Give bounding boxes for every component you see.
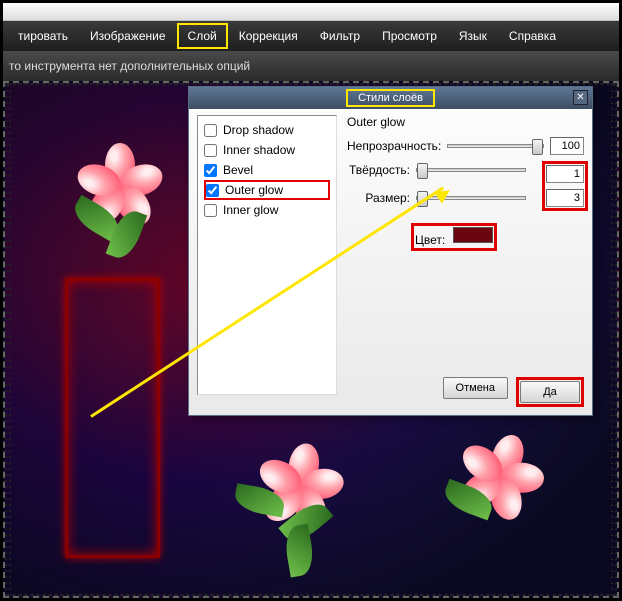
stamp-edge-bottom: [5, 590, 617, 596]
effects-list: Drop shadow Inner shadow Bevel Outer glo…: [197, 115, 337, 395]
value-opacity[interactable]: 100: [550, 137, 584, 155]
row-color: Цвет:: [411, 223, 497, 251]
slider-opacity[interactable]: [447, 144, 543, 148]
value-size[interactable]: 3: [546, 189, 584, 207]
row-size: 3: [546, 189, 584, 207]
dialog-titlebar[interactable]: Стили слоёв ✕: [189, 87, 592, 109]
dialog-buttons: Отмена Да: [443, 377, 584, 407]
menu-item-adjust[interactable]: Коррекция: [228, 23, 309, 49]
cancel-button[interactable]: Отмена: [443, 377, 508, 399]
app-frame: тировать Изображение Слой Коррекция Филь…: [0, 0, 622, 601]
ok-highlight: Да: [516, 377, 584, 407]
dialog-title: Стили слоёв: [346, 89, 435, 107]
fx-label: Outer glow: [225, 183, 283, 197]
stamp-edge-left: [5, 83, 11, 596]
row-hardness-slider: Твёрдость:: [349, 163, 532, 177]
slider-size[interactable]: [416, 196, 526, 200]
close-icon: ✕: [576, 92, 584, 103]
fx-check-inner-glow[interactable]: [204, 204, 217, 217]
fx-item-drop-shadow[interactable]: Drop shadow: [204, 120, 330, 140]
slider-thumb[interactable]: [417, 163, 428, 179]
fx-item-inner-glow[interactable]: Inner glow: [204, 200, 330, 220]
fx-check-inner-shadow[interactable]: [204, 144, 217, 157]
menu-item-layer[interactable]: Слой: [177, 23, 228, 49]
label-color: Цвет:: [415, 233, 445, 247]
label-hardness: Твёрдость:: [349, 163, 410, 177]
fx-label: Inner glow: [223, 203, 278, 217]
color-highlight: Цвет:: [411, 223, 497, 251]
value-hardness[interactable]: 1: [546, 165, 584, 183]
fx-check-outer-glow[interactable]: [206, 184, 219, 197]
menu-item-image[interactable]: Изображение: [79, 23, 177, 49]
fx-label: Bevel: [223, 163, 253, 177]
selection-rectangle: [65, 278, 160, 558]
values-highlight: 1 3: [542, 161, 588, 211]
fx-label: Drop shadow: [223, 123, 294, 137]
fx-check-drop-shadow[interactable]: [204, 124, 217, 137]
label-opacity: Непрозрачность:: [347, 139, 441, 153]
menu-bar: тировать Изображение Слой Коррекция Филь…: [3, 21, 619, 51]
slider-thumb[interactable]: [532, 139, 543, 155]
menu-item-language[interactable]: Язык: [448, 23, 498, 49]
pane-title: Outer glow: [347, 115, 584, 129]
menu-item-view[interactable]: Просмотр: [371, 23, 448, 49]
fx-item-bevel[interactable]: Bevel: [204, 160, 330, 180]
menu-item-edit[interactable]: тировать: [7, 23, 79, 49]
fx-label: Inner shadow: [223, 143, 295, 157]
stamp-edge-right: [611, 83, 617, 596]
row-opacity: Непрозрачность: 100: [347, 137, 584, 155]
menu-item-filter[interactable]: Фильтр: [309, 23, 371, 49]
color-swatch[interactable]: [453, 227, 493, 243]
window-titlebar: [3, 3, 619, 21]
fx-item-inner-shadow[interactable]: Inner shadow: [204, 140, 330, 160]
options-bar: то инструмента нет дополнительных опций: [3, 51, 619, 81]
label-size: Размер:: [365, 191, 410, 205]
row-hardness: 1: [546, 165, 584, 183]
options-bar-text: то инструмента нет дополнительных опций: [9, 59, 250, 73]
effect-settings-pane: Outer glow Непрозрачность: 100 1 3: [347, 115, 584, 407]
fx-item-outer-glow[interactable]: Outer glow: [204, 180, 330, 200]
dialog-body: Drop shadow Inner shadow Bevel Outer glo…: [189, 109, 592, 415]
menu-item-help[interactable]: Справка: [498, 23, 567, 49]
fx-check-bevel[interactable]: [204, 164, 217, 177]
close-button[interactable]: ✕: [573, 90, 588, 105]
layer-styles-dialog: Стили слоёв ✕ Drop shadow Inner shadow B…: [188, 86, 593, 416]
slider-hardness[interactable]: [416, 168, 526, 172]
ok-button[interactable]: Да: [520, 381, 580, 403]
